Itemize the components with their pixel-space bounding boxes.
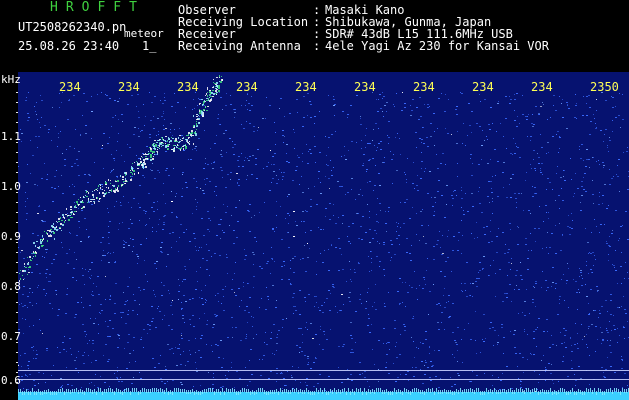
y-tick-label: 1.1: [1, 130, 21, 143]
station-info: Observer: Masaki Kano Receiving Location:…: [178, 4, 549, 52]
app-logo: HROFFT: [50, 0, 145, 15]
y-tick-label: 0.6: [1, 374, 21, 387]
waterfall-canvas: [0, 72, 629, 400]
x-tick-label: 234: [295, 80, 317, 94]
header-panel: HROFFT UT2508262340.pn meteor 25.08.26 2…: [0, 0, 629, 72]
x-tick-label: 234: [236, 80, 258, 94]
y-tick-label: 0.9: [1, 230, 21, 243]
info-row-antenna: Receiving Antenna:4ele Yagi Az 230 for K…: [178, 39, 549, 53]
x-tick-label: 234: [118, 80, 140, 94]
y-tick-label: 1.0: [1, 180, 21, 193]
x-tick-label: 234: [413, 80, 435, 94]
x-tick-label: 234: [531, 80, 553, 94]
flag-label: 1_: [142, 39, 157, 53]
date-stamp: 25.08.26 23:40: [18, 39, 120, 53]
x-tick-label: 234: [354, 80, 376, 94]
file-name: UT2508262340.pn: [18, 20, 127, 34]
x-tick-label: 234: [59, 80, 81, 94]
x-tick-label: 234: [177, 80, 199, 94]
y-axis-unit: kHz: [1, 73, 21, 86]
x-tick-label: 234: [472, 80, 494, 94]
x-tick-label: 2350: [590, 80, 619, 94]
y-tick-label: 0.8: [1, 280, 21, 293]
waterfall-spectrogram: kHz 1.1 1.0 0.9 0.8 0.7 0.6 234 234 234 234 234 23…: [0, 72, 629, 400]
y-tick-label: 0.7: [1, 330, 21, 343]
